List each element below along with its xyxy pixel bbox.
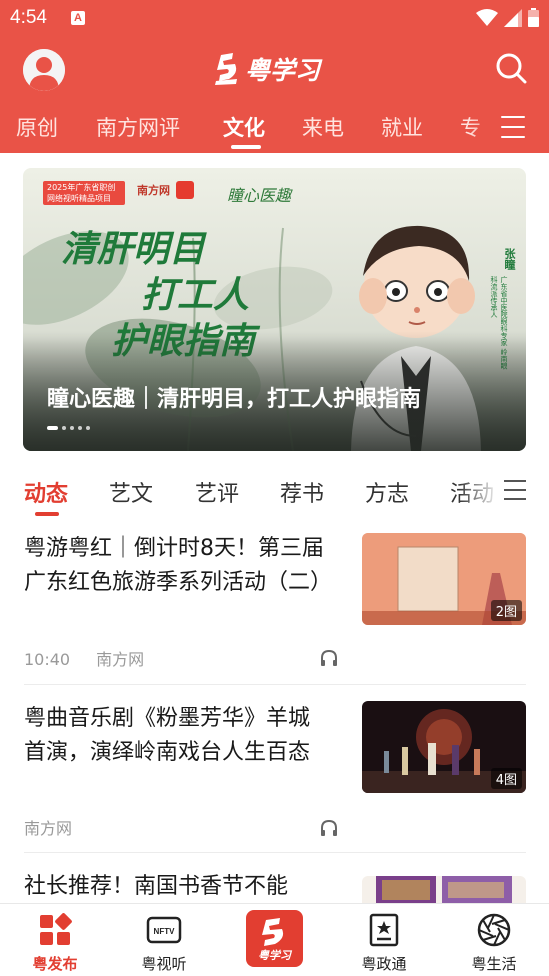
app-logo: 粤学习 — [213, 51, 320, 87]
channel-tab[interactable]: 原创 — [16, 112, 58, 142]
channel-tab-active[interactable]: 文化 — [223, 112, 265, 142]
calligraphy-line: 清肝明目 — [61, 228, 206, 270]
banner-title: 瞳心医趣｜清肝明目，打工人护眼指南 — [47, 387, 422, 412]
nav-item-yue-zhengtong[interactable]: 粤政通 — [344, 912, 424, 974]
calligraphy-line: 打工人 — [141, 274, 250, 316]
nav-label: 粤视听 — [141, 955, 187, 973]
notification-icon: A — [71, 11, 85, 25]
nav-item-yue-shenghuo[interactable]: 粤生活 — [454, 912, 534, 974]
carousel-dot-active[interactable] — [47, 426, 58, 430]
banner-doctor-name: 张瞳 — [503, 248, 516, 270]
banner-brand: 瞳心医趣 — [227, 186, 292, 205]
nav-label: 粤生活 — [471, 955, 517, 973]
search-icon[interactable] — [495, 52, 527, 84]
article-title[interactable]: 粤曲音乐剧《粉墨芳华》羊城首演，演绎岭南戏台人生百态 — [24, 702, 330, 770]
sub-tab[interactable]: 荐书 — [280, 476, 324, 508]
channel-menu-icon[interactable] — [501, 116, 525, 140]
badge-star-icon — [369, 913, 399, 947]
sub-tab[interactable]: 艺评 — [195, 476, 239, 508]
article-time: 10:40 — [24, 650, 71, 669]
sub-tab[interactable]: 方志 — [365, 476, 409, 508]
camera-aperture-icon — [477, 913, 511, 947]
photo-count-badge: 2图 — [490, 600, 522, 621]
channel-tabs: 原创 南方网评 文化 来电 就业 专 — [0, 100, 549, 153]
nav-label: 粤学习 — [258, 949, 291, 962]
partner-logo-southcn: 南方网 — [137, 184, 170, 197]
photo-count-badge: 4图 — [490, 768, 522, 789]
article-card[interactable]: 粤曲音乐剧《粉墨芳华》羊城首演，演绎岭南戏台人生百态 南方网 4图 — [0, 700, 549, 850]
nav-label: 粤政通 — [361, 955, 407, 973]
carousel-dot[interactable] — [70, 426, 74, 430]
carousel-dot[interactable] — [86, 426, 90, 430]
sub-tabs: 动态 艺文 艺评 荐书 方志 活动 — [0, 470, 549, 518]
banner-badge: 2025年广东省职创网络视听精品项目 — [43, 181, 125, 205]
channel-tab-indicator — [231, 145, 261, 149]
app-header: 粤学习 — [0, 36, 549, 100]
banner-carousel[interactable]: 2025年广东省职创网络视听精品项目 南方网 瞳心医趣 清肝明目 打工人 护眼指… — [23, 168, 526, 451]
logo-text: 粤学习 — [245, 56, 321, 85]
carousel-dot[interactable] — [78, 426, 82, 430]
user-icon — [23, 49, 65, 91]
channel-tab[interactable]: 就业 — [381, 112, 423, 142]
headphones-icon[interactable] — [319, 648, 339, 668]
status-icons — [476, 8, 539, 27]
status-time: 4:54 — [10, 7, 47, 28]
channel-tab[interactable]: 南方网评 — [96, 112, 180, 142]
article-thumbnail[interactable] — [362, 876, 526, 903]
signal-icon — [504, 8, 522, 27]
nav-item-yue-shiting[interactable]: NFTV 粤视听 — [124, 912, 204, 974]
carousel-dots — [47, 426, 90, 430]
nav-item-yue-xuexi[interactable]: 粤学习 — [246, 910, 303, 967]
nav-label: 粤发布 — [32, 955, 78, 973]
divider — [24, 852, 526, 853]
partner-logo-xuexi-icon — [176, 181, 194, 199]
article-meta: 南方网 — [24, 815, 72, 839]
article-thumbnail[interactable]: 4图 — [362, 701, 526, 793]
avatar[interactable] — [23, 49, 65, 91]
article-card[interactable]: 粤游粤红｜倒计时8天！第三届广东红色旅游季系列活动（二） 10:40 南方网 2图 — [0, 530, 549, 680]
book-covers-photo — [362, 876, 526, 903]
article-card[interactable]: 社长推荐！南国书香节不能 — [0, 868, 549, 903]
sub-tab[interactable]: 艺文 — [109, 476, 153, 508]
status-bar: 4:54 A — [0, 0, 549, 36]
banner-partner-logos: 南方网 — [137, 181, 194, 199]
wifi-icon — [476, 8, 498, 26]
battery-icon — [528, 8, 539, 27]
channel-tab[interactable]: 来电 — [302, 112, 344, 142]
yue-xuexi-logo-icon — [215, 53, 237, 85]
article-source: 南方网 — [24, 819, 73, 838]
article-meta: 10:40 南方网 — [24, 646, 144, 670]
svg-text:NFTV: NFTV — [154, 927, 176, 936]
article-thumbnail[interactable]: 2图 — [362, 533, 526, 625]
article-title[interactable]: 社长推荐！南国书香节不能 — [24, 870, 344, 903]
divider — [24, 684, 526, 685]
sub-tab-active[interactable]: 动态 — [24, 476, 68, 508]
bottom-nav: 粤发布 NFTV 粤视听 粤学习 粤政通 粤生活 — [0, 903, 549, 976]
headphones-icon[interactable] — [319, 818, 339, 838]
sub-tab-indicator — [35, 512, 59, 516]
nav-item-yue-fabu[interactable]: 粤发布 — [15, 912, 95, 974]
sub-tabs-menu-icon[interactable] — [504, 480, 526, 507]
grid-apps-icon — [40, 913, 72, 945]
carousel-dot[interactable] — [62, 426, 66, 430]
article-source: 南方网 — [96, 650, 145, 669]
article-title[interactable]: 粤游粤红｜倒计时8天！第三届广东红色旅游季系列活动（二） — [24, 532, 332, 600]
tv-icon: NFTV — [146, 916, 182, 944]
